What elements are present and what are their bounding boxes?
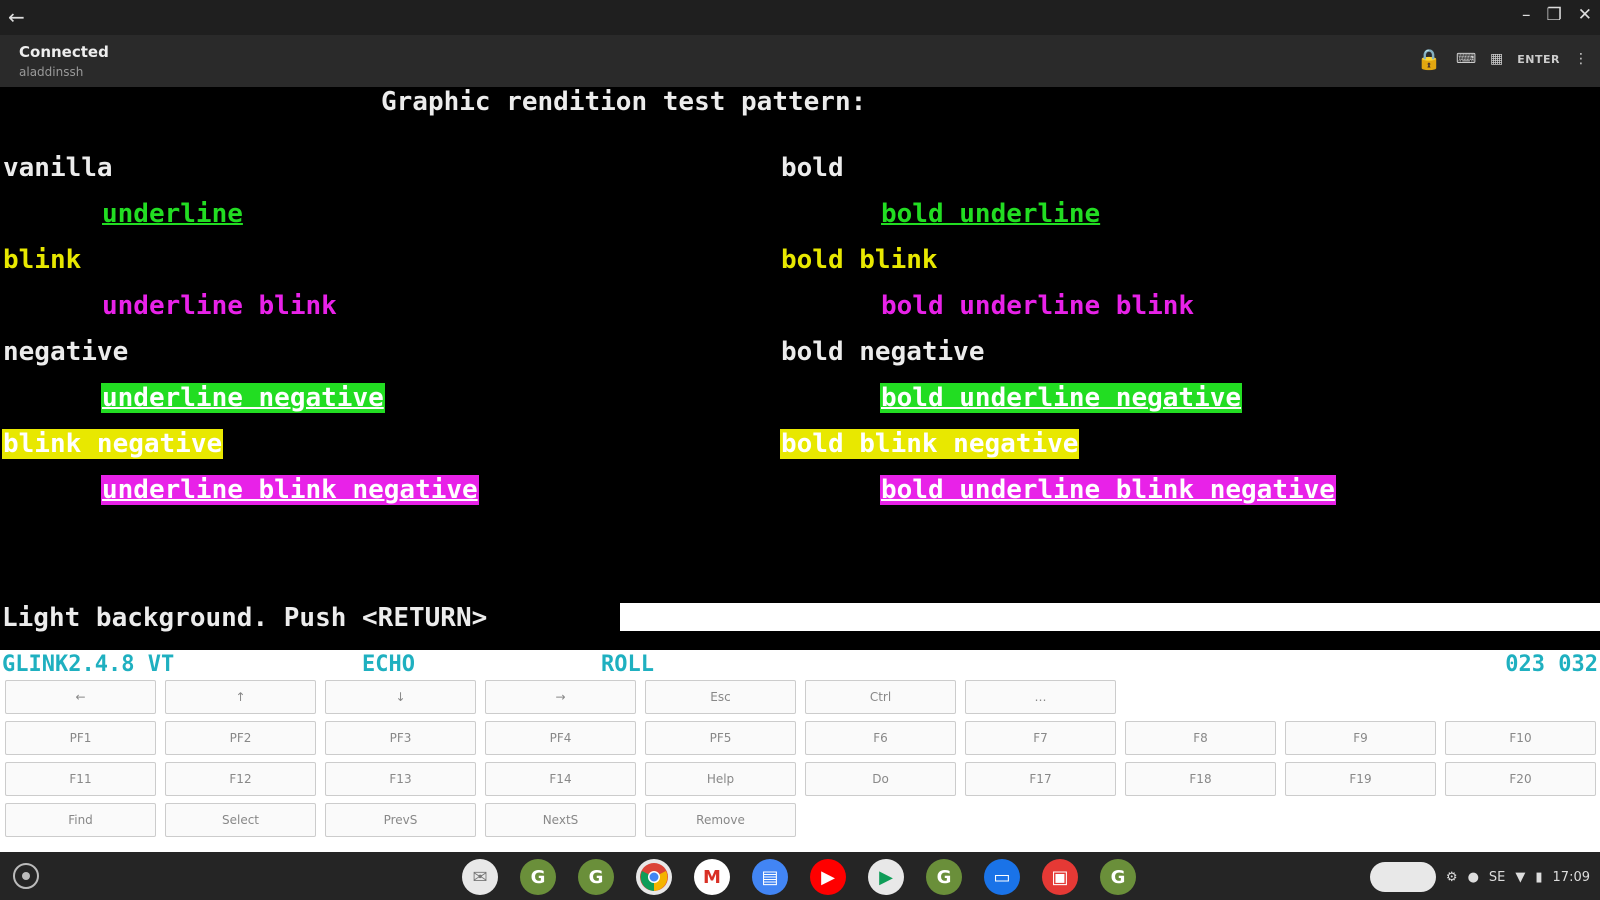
sample-underline: underline [102, 199, 243, 229]
arrow-left-icon[interactable]: ← [8, 6, 25, 28]
status-echo: ECHO [362, 652, 415, 677]
terminal-screen[interactable]: Graphic rendition test pattern: vanilla … [0, 87, 1600, 650]
sample-underline-blink-negative: underline blink negative [101, 475, 479, 505]
os-shelf: ✉ G G M ▤ ▶ ▶ G ▭ ▣ G ⚙ ● SE ▼ ▮ 17:09 [0, 852, 1600, 900]
glink-icon-2[interactable]: G [578, 859, 614, 895]
holding-space-icon[interactable] [1369, 862, 1436, 892]
sample-underline-negative: underline negative [101, 383, 385, 413]
key-do[interactable]: Do [805, 762, 956, 796]
key-right[interactable]: → [485, 680, 636, 714]
key-f6[interactable]: F6 [805, 721, 956, 755]
key-find[interactable]: Find [5, 803, 156, 837]
status-cursor-position: 023 032 [1505, 652, 1598, 677]
terminal-prompt: Light background. Push <RETURN> [2, 603, 488, 633]
sample-vanilla: vanilla [3, 153, 113, 183]
keyboard-icon[interactable]: ⌨ [1456, 51, 1476, 67]
key-f14[interactable]: F14 [485, 762, 636, 796]
more-vert-icon[interactable]: ⋮ [1574, 51, 1588, 67]
key-ctrl[interactable]: Ctrl [805, 680, 956, 714]
notification-icon: ● [1467, 869, 1479, 885]
system-tray[interactable]: ⚙ ● SE ▼ ▮ 17:09 [1369, 862, 1590, 892]
key-f13[interactable]: F13 [325, 762, 476, 796]
minimize-icon[interactable]: – [1522, 5, 1531, 25]
key-pf1[interactable]: PF1 [5, 721, 156, 755]
sample-blink-negative: blink negative [2, 429, 224, 459]
key-remove[interactable]: Remove [645, 803, 796, 837]
key-down[interactable]: ↓ [325, 680, 476, 714]
connection-status: Connected [19, 43, 109, 61]
chrome-icon[interactable] [636, 859, 672, 895]
terminal-title: Graphic rendition test pattern: [381, 87, 867, 117]
window-titlebar: ← – ❐ ✕ [0, 0, 1600, 35]
glink-icon-4[interactable]: G [1100, 859, 1136, 895]
connection-host: aladdinssh [19, 65, 84, 79]
terminal-cursor-line [620, 603, 1600, 631]
enter-button[interactable]: ENTER [1517, 53, 1560, 66]
sample-bold-underline-negative: bold underline negative [880, 383, 1243, 413]
locale-indicator: SE [1488, 869, 1506, 885]
screencast-icon[interactable]: ▣ [1042, 859, 1078, 895]
key-left[interactable]: ← [5, 680, 156, 714]
key-f12[interactable]: F12 [165, 762, 316, 796]
key-pf3[interactable]: PF3 [325, 721, 476, 755]
play-store-icon[interactable]: ▶ [868, 859, 904, 895]
soft-keypad: ← ↑ ↓ → Esc Ctrl … PF1 PF2 PF3 PF4 PF5 F… [0, 680, 1600, 852]
sample-underline-blink: underline blink [102, 291, 337, 321]
docs-icon[interactable]: ▤ [752, 859, 788, 895]
key-f7[interactable]: F7 [965, 721, 1116, 755]
files-icon[interactable]: ▭ [984, 859, 1020, 895]
key-nexts[interactable]: NextS [485, 803, 636, 837]
keypad-icon[interactable]: ▦ [1490, 51, 1503, 67]
close-icon[interactable]: ✕ [1578, 5, 1592, 25]
glink-icon[interactable]: G [520, 859, 556, 895]
key-up[interactable]: ↑ [165, 680, 316, 714]
key-pf5[interactable]: PF5 [645, 721, 796, 755]
glink-icon-3[interactable]: G [926, 859, 962, 895]
key-select[interactable]: Select [165, 803, 316, 837]
settings-icon: ⚙ [1445, 869, 1458, 885]
window-controls: – ❐ ✕ [1522, 5, 1592, 25]
battery-icon: ▮ [1535, 869, 1543, 885]
sample-negative: negative [3, 337, 129, 367]
sample-bold-blink-negative: bold blink negative [780, 429, 1080, 459]
key-f9[interactable]: F9 [1285, 721, 1436, 755]
key-f18[interactable]: F18 [1125, 762, 1276, 796]
key-help[interactable]: Help [645, 762, 796, 796]
wifi-icon: ▼ [1515, 869, 1526, 885]
key-more[interactable]: … [965, 680, 1116, 714]
key-f8[interactable]: F8 [1125, 721, 1276, 755]
lock-icon[interactable]: 🔒 [1417, 47, 1442, 71]
key-pf4[interactable]: PF4 [485, 721, 636, 755]
key-pf2[interactable]: PF2 [165, 721, 316, 755]
sample-bold-blink: bold blink [781, 245, 938, 275]
launcher-icon[interactable] [13, 863, 39, 889]
key-f11[interactable]: F11 [5, 762, 156, 796]
gmail-icon[interactable]: M [694, 859, 730, 895]
key-f19[interactable]: F19 [1285, 762, 1436, 796]
app-header: Connected aladdinssh 🔒 ⌨ ▦ ENTER ⋮ [0, 35, 1600, 87]
restore-icon[interactable]: ❐ [1547, 5, 1562, 25]
key-f17[interactable]: F17 [965, 762, 1116, 796]
status-version: GLINK2.4.8 VT [2, 652, 175, 677]
key-prevs[interactable]: PrevS [325, 803, 476, 837]
messages-icon[interactable]: ✉ [462, 859, 498, 895]
clock: 17:09 [1552, 869, 1590, 885]
sample-bold-negative: bold negative [781, 337, 985, 367]
sample-bold-underline: bold underline [881, 199, 1101, 229]
shelf-apps: ✉ G G M ▤ ▶ ▶ G ▭ ▣ G [462, 859, 1136, 895]
sample-blink: blink [3, 245, 82, 275]
status-roll: ROLL [601, 652, 654, 677]
key-esc[interactable]: Esc [645, 680, 796, 714]
terminal-status-line: GLINK2.4.8 VT ECHO ROLL 023 032 [0, 650, 1600, 680]
sample-bold: bold [781, 153, 844, 183]
app-toolbar: 🔒 ⌨ ▦ ENTER ⋮ [1417, 47, 1588, 71]
sample-bold-underline-blink: bold underline blink [881, 291, 1195, 321]
sample-bold-underline-blink-negative: bold underline blink negative [880, 475, 1336, 505]
key-f20[interactable]: F20 [1445, 762, 1596, 796]
key-f10[interactable]: F10 [1445, 721, 1596, 755]
youtube-icon[interactable]: ▶ [810, 859, 846, 895]
